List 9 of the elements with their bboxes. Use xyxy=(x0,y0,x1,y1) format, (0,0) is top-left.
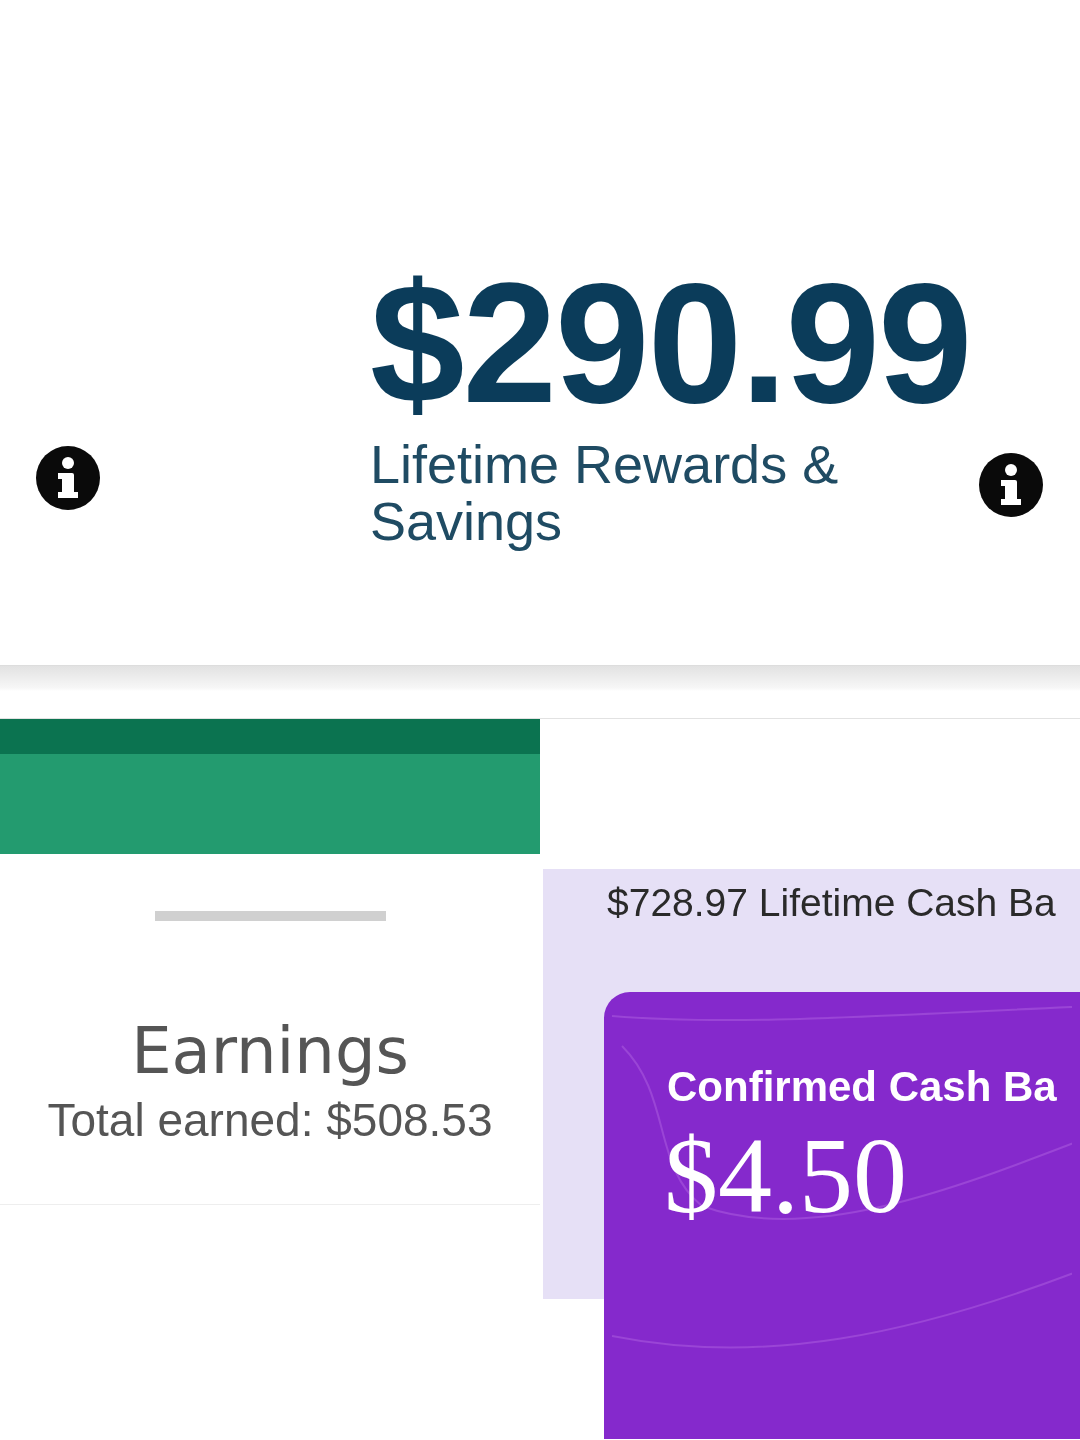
total-earned: Total earned: $508.53 xyxy=(47,1095,493,1146)
drag-handle[interactable] xyxy=(154,911,386,921)
cash-back-amount: $4.50 xyxy=(663,1115,908,1230)
info-icon[interactable] xyxy=(35,445,101,511)
rewards-label: Lifetime Rewards & Savings xyxy=(370,436,840,550)
card-title: Confirmed Cash Ba xyxy=(666,1062,1058,1108)
info-icon[interactable] xyxy=(978,452,1044,518)
lifetime-cash-back: $728.97 Lifetime Cash Ba xyxy=(606,880,1057,922)
rewards-amount: $290.99 xyxy=(370,258,971,428)
